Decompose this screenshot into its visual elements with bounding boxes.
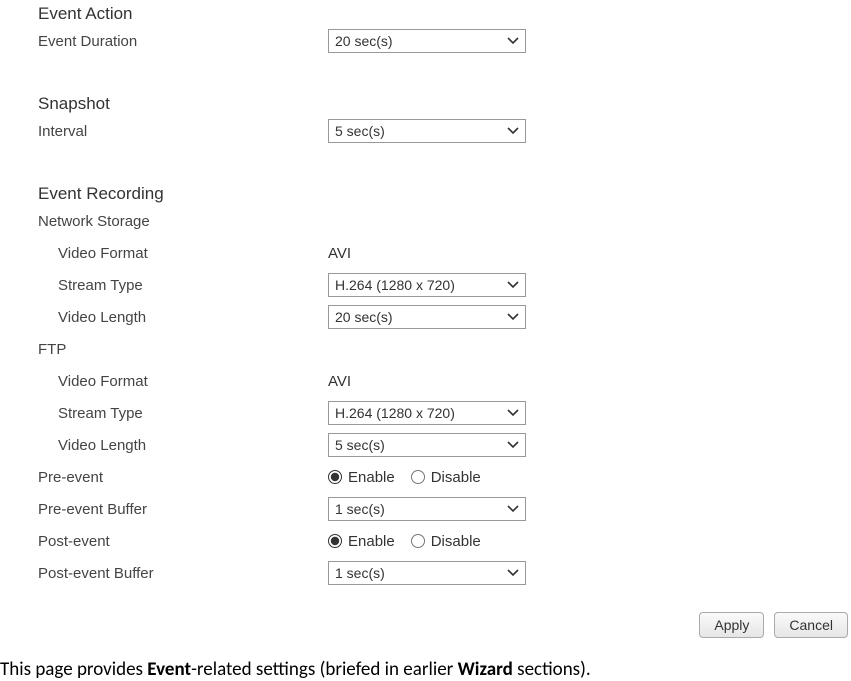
ns-video-length-value: 20 sec(s) [335,309,393,325]
chevron-down-icon [507,37,519,45]
caption-bold2: Wizard [458,658,513,681]
post-event-buffer-value: 1 sec(s) [335,565,385,581]
chevron-down-icon [507,409,519,417]
event-duration-label: Event Duration [38,33,328,50]
post-event-disable-radio[interactable] [411,534,425,548]
chevron-down-icon [507,569,519,577]
ns-video-format-value: AVI [328,245,351,262]
ftp-video-format-row: Video Format AVI [38,368,851,394]
chevron-down-icon [507,313,519,321]
post-event-buffer-label: Post-event Buffer [38,565,328,582]
ftp-video-length-select[interactable]: 5 sec(s) [328,433,526,457]
apply-button[interactable]: Apply [699,612,764,638]
post-event-enable-label: Enable [348,533,395,550]
caption-bold1: Event [147,658,191,681]
post-event-buffer-select[interactable]: 1 sec(s) [328,561,526,585]
ftp-stream-type-row: Stream Type H.264 (1280 x 720) [38,400,851,426]
pre-event-row: Pre-event Enable Disable [38,464,851,490]
post-event-disable-label: Disable [431,533,481,550]
chevron-down-icon [507,505,519,513]
chevron-down-icon [507,281,519,289]
snapshot-heading: Snapshot [38,94,851,114]
snapshot-interval-label: Interval [38,123,328,140]
ns-stream-type-select[interactable]: H.264 (1280 x 720) [328,273,526,297]
ftp-heading: FTP [38,341,328,358]
network-storage-heading-row: Network Storage [38,208,851,234]
ns-video-format-label: Video Format [38,245,328,262]
pre-event-disable-label: Disable [431,469,481,486]
cancel-button[interactable]: Cancel [774,612,848,638]
pre-event-buffer-select[interactable]: 1 sec(s) [328,497,526,521]
post-event-enable-radio[interactable] [328,534,342,548]
caption-prefix: This page provides [0,658,147,681]
snapshot-interval-select[interactable]: 5 sec(s) [328,119,526,143]
ns-stream-type-value: H.264 (1280 x 720) [335,277,455,293]
post-event-buffer-row: Post-event Buffer 1 sec(s) [38,560,851,586]
event-duration-select[interactable]: 20 sec(s) [328,29,526,53]
ftp-stream-type-value: H.264 (1280 x 720) [335,405,455,421]
ftp-video-length-label: Video Length [38,437,328,454]
ns-video-length-label: Video Length [38,309,328,326]
pre-event-enable-radio[interactable] [328,470,342,484]
pre-event-disable-radio[interactable] [411,470,425,484]
event-duration-row: Event Duration 20 sec(s) [38,28,851,54]
ftp-stream-type-select[interactable]: H.264 (1280 x 720) [328,401,526,425]
caption-suffix: sections). [513,658,591,681]
pre-event-enable-label: Enable [348,469,395,486]
ns-stream-type-row: Stream Type H.264 (1280 x 720) [38,272,851,298]
pre-event-buffer-row: Pre-event Buffer 1 sec(s) [38,496,851,522]
ftp-video-length-value: 5 sec(s) [335,437,385,453]
event-action-heading: Event Action [38,4,851,24]
pre-event-buffer-label: Pre-event Buffer [38,501,328,518]
snapshot-interval-value: 5 sec(s) [335,123,385,139]
caption-mid: -related settings (briefed in earlier [191,658,458,681]
post-event-row: Post-event Enable Disable [38,528,851,554]
ns-video-format-row: Video Format AVI [38,240,851,266]
post-event-label: Post-event [38,533,328,550]
chevron-down-icon [507,127,519,135]
event-recording-heading: Event Recording [38,184,851,204]
snapshot-interval-row: Interval 5 sec(s) [38,118,851,144]
ftp-video-format-value: AVI [328,373,351,390]
ns-stream-type-label: Stream Type [38,277,328,294]
ftp-video-length-row: Video Length 5 sec(s) [38,432,851,458]
ns-video-length-select[interactable]: 20 sec(s) [328,305,526,329]
buttons-row: Apply Cancel [38,612,848,638]
event-duration-value: 20 sec(s) [335,33,393,49]
ftp-video-format-label: Video Format [38,373,328,390]
pre-event-buffer-value: 1 sec(s) [335,501,385,517]
page-caption: This page provides Event-related setting… [0,658,851,681]
chevron-down-icon [507,441,519,449]
ns-video-length-row: Video Length 20 sec(s) [38,304,851,330]
pre-event-label: Pre-event [38,469,328,486]
ftp-heading-row: FTP [38,336,851,362]
network-storage-heading: Network Storage [38,213,328,230]
ftp-stream-type-label: Stream Type [38,405,328,422]
